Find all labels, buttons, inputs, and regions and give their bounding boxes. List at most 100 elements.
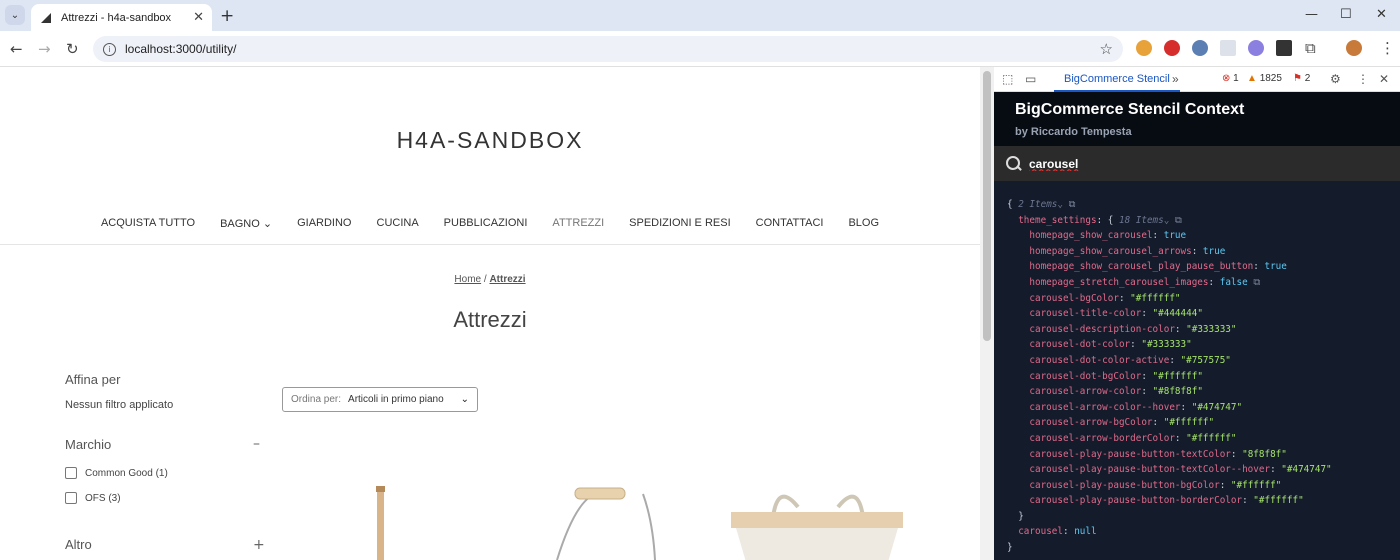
json-line[interactable]: homepage_show_carousel: true [1007, 228, 1332, 244]
store-title[interactable]: H4A-SANDBOX [0, 127, 980, 154]
nav-item[interactable]: GIARDINO [297, 217, 351, 230]
error-count[interactable]: ⊗ 1 [1222, 73, 1239, 84]
extension-adblock-icon[interactable] [1164, 40, 1180, 56]
settings-gear-icon[interactable]: ⚙ [1330, 72, 1341, 86]
extension-icon[interactable] [1220, 40, 1236, 56]
maximize-icon[interactable]: ☐ [1340, 7, 1352, 22]
more-tabs-icon[interactable]: » [1172, 72, 1179, 86]
json-brace: : { [1096, 214, 1119, 226]
extension-icon[interactable] [1192, 40, 1208, 56]
json-line[interactable]: homepage_show_carousel_play_pause_button… [1007, 259, 1332, 275]
json-line[interactable]: carousel-dot-bgColor: "#ffffff" [1007, 369, 1332, 385]
warning-count[interactable]: ▲ 1825 [1247, 73, 1282, 84]
json-key: carousel-play-pause-button-bgColor [1029, 479, 1220, 491]
panel-header: BigCommerce Stencil Context by Riccardo … [994, 92, 1400, 146]
json-line[interactable]: } [1007, 509, 1332, 525]
json-value: true [1163, 230, 1187, 242]
json-line[interactable]: carousel-arrow-color: "#8f8f8f" [1007, 384, 1332, 400]
inspect-element-icon[interactable]: ⬚ [1002, 72, 1013, 86]
nav-item-active[interactable]: ATTREZZI [552, 217, 604, 230]
json-line[interactable]: carousel-dot-color: "#333333" [1007, 337, 1332, 353]
json-line[interactable]: homepage_show_carousel_arrows: true [1007, 244, 1332, 260]
nav-item[interactable]: PUBBLICAZIONI [444, 217, 528, 230]
browser-tab[interactable]: Attrezzi - h4a-sandbox ✕ [31, 4, 212, 31]
extensions-puzzle-icon[interactable]: ⧉ [1305, 39, 1316, 57]
nav-item[interactable]: CUCINA [377, 217, 419, 230]
json-line[interactable]: carousel-arrow-color--hover: "#474747" [1007, 400, 1332, 416]
json-line[interactable]: carousel-play-pause-button-bgColor: "#ff… [1007, 478, 1332, 494]
nav-item[interactable]: CONTATTACI [756, 217, 824, 230]
json-line[interactable]: carousel-play-pause-button-textColor: "8… [1007, 447, 1332, 463]
json-line[interactable]: carousel-arrow-bgColor: "#ffffff" [1007, 415, 1332, 431]
expand-icon[interactable]: + [253, 537, 265, 553]
new-tab-button[interactable]: + [220, 6, 234, 26]
tab-bigcommerce-stencil[interactable]: BigCommerce Stencil [1054, 67, 1180, 92]
reload-icon[interactable]: ↻ [66, 40, 79, 58]
checkbox[interactable] [65, 492, 77, 504]
json-line[interactable]: { 2 Items⌄ ⧉ [1007, 197, 1332, 213]
issues-count-value: 2 [1304, 73, 1311, 84]
json-line[interactable]: carousel: null [1007, 524, 1332, 540]
json-line[interactable]: theme_settings: { 18 Items⌄ ⧉ [1007, 213, 1332, 229]
breadcrumb-current[interactable]: Attrezzi [489, 274, 525, 285]
brand-filter-checkbox[interactable]: OFS (3) [65, 492, 121, 504]
address-bar[interactable]: i localhost:3000/utility/ ☆ [93, 36, 1123, 62]
checkbox[interactable] [65, 467, 77, 479]
tab-title: Attrezzi - h4a-sandbox [61, 11, 172, 24]
product-image-canvas-bag[interactable] [728, 482, 908, 560]
product-image-tool[interactable] [360, 482, 420, 560]
json-key: carousel-play-pause-button-textColor--ho… [1029, 464, 1271, 476]
forward-icon[interactable]: → [38, 40, 51, 58]
nav-item[interactable]: ACQUISTA TUTTO [101, 217, 195, 230]
issues-count[interactable]: ⚑ 2 [1293, 73, 1310, 84]
bookmark-star-icon[interactable]: ☆ [1100, 40, 1113, 58]
sort-value[interactable]: Articoli in primo piano [348, 394, 461, 405]
json-line[interactable]: carousel-description-color: "#333333" [1007, 322, 1332, 338]
refine-heading: Affina per [65, 372, 121, 387]
tab-search-button[interactable]: ⌄ [5, 5, 25, 25]
menu-kebab-icon[interactable]: ⋮ [1380, 39, 1395, 57]
devtools-toolbar: ⬚ ▭ BigCommerce Stencil » ⊗ 1 ▲ 1825 ⚑ 2… [994, 67, 1400, 92]
json-key: homepage_show_carousel [1029, 230, 1153, 242]
json-value: "#ffffff" [1253, 495, 1304, 507]
nav-item[interactable]: BLOG [848, 217, 879, 230]
json-line[interactable]: carousel-play-pause-button-borderColor: … [1007, 493, 1332, 509]
json-line[interactable]: homepage_stretch_carousel_images: false … [1007, 275, 1332, 291]
json-line[interactable]: carousel-arrow-borderColor: "#ffffff" [1007, 431, 1332, 447]
minimize-icon[interactable]: — [1305, 7, 1318, 22]
sort-select[interactable]: Ordina per: Articoli in primo piano ⌄ [282, 387, 478, 412]
extension-stencil-icon[interactable] [1276, 40, 1292, 56]
product-image-bucket[interactable] [545, 482, 665, 560]
breadcrumb-home[interactable]: Home [454, 274, 481, 285]
site-info-icon[interactable]: i [103, 42, 116, 56]
url-text[interactable]: localhost:3000/utility/ [125, 42, 1100, 56]
json-key: carousel-arrow-color [1029, 386, 1142, 398]
page-scrollbar[interactable] [980, 67, 994, 560]
close-tab-icon[interactable]: ✕ [193, 10, 204, 25]
context-search[interactable] [994, 146, 1400, 181]
extension-cookie-icon[interactable] [1136, 40, 1152, 56]
back-icon[interactable]: ← [10, 40, 23, 58]
nav-item[interactable]: SPEDIZIONI E RESI [629, 217, 730, 230]
nav-item-with-dropdown[interactable]: BAGNO ⌄ [220, 217, 272, 230]
close-window-icon[interactable]: ✕ [1376, 7, 1387, 22]
json-line[interactable]: carousel-dot-color-active: "#757575" [1007, 353, 1332, 369]
scrollbar-thumb[interactable] [983, 71, 991, 341]
kebab-menu-icon[interactable]: ⋮ [1357, 72, 1369, 86]
other-heading[interactable]: Altro [65, 537, 92, 552]
search-input[interactable] [1029, 156, 1329, 171]
json-colon: : [1141, 386, 1153, 398]
close-devtools-icon[interactable]: ✕ [1379, 72, 1389, 86]
profile-avatar[interactable] [1346, 40, 1362, 56]
json-key: carousel-arrow-bgColor [1029, 417, 1153, 429]
extension-icon[interactable] [1248, 40, 1264, 56]
json-line[interactable]: carousel-title-color: "#444444" [1007, 306, 1332, 322]
json-value: "#444444" [1152, 308, 1203, 320]
brand-heading[interactable]: Marchio [65, 437, 111, 452]
json-line[interactable]: carousel-bgColor: "#ffffff" [1007, 291, 1332, 307]
json-line[interactable]: } [1007, 540, 1332, 556]
json-line[interactable]: carousel-play-pause-button-textColor--ho… [1007, 462, 1331, 478]
brand-filter-checkbox[interactable]: Common Good (1) [65, 467, 168, 479]
device-toolbar-icon[interactable]: ▭ [1025, 72, 1036, 86]
collapse-icon[interactable]: – [253, 436, 260, 452]
